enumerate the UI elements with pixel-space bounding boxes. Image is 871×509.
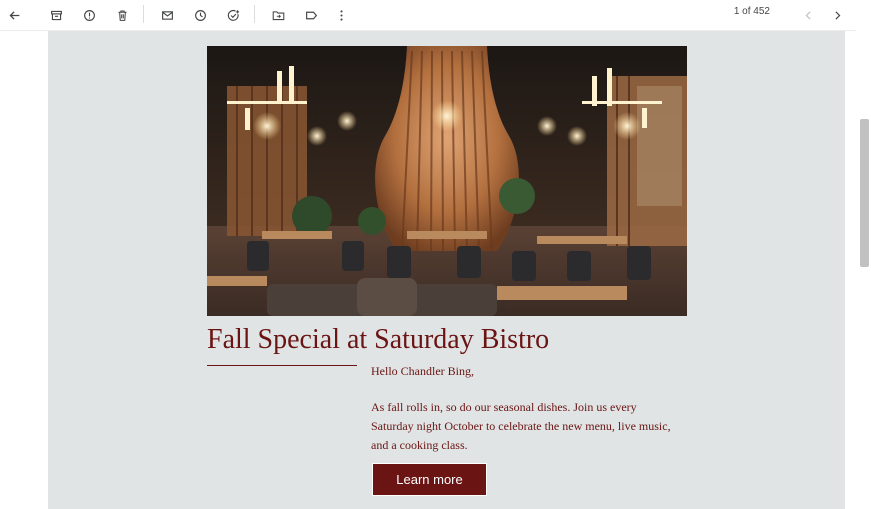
back-arrow-icon xyxy=(9,10,19,20)
labels-button[interactable] xyxy=(299,3,323,27)
chevron-left-icon xyxy=(805,10,811,20)
label-icon xyxy=(305,11,317,19)
add-task-icon xyxy=(227,9,239,21)
delete-icon xyxy=(117,10,127,21)
chevron-right-icon xyxy=(834,10,840,20)
archive-icon xyxy=(50,10,62,20)
move-to-button[interactable] xyxy=(266,3,290,27)
back-button[interactable] xyxy=(2,3,26,27)
more-options-icon xyxy=(339,9,343,21)
headline-divider xyxy=(207,365,357,366)
toolbar-divider xyxy=(254,5,255,23)
older-email-button[interactable] xyxy=(825,3,849,27)
mark-unread-button[interactable] xyxy=(155,3,179,27)
snooze-icon xyxy=(194,9,206,21)
mark-unread-icon xyxy=(161,10,173,20)
more-options-button[interactable] xyxy=(329,3,353,27)
report-spam-icon xyxy=(83,9,95,21)
toolbar-divider xyxy=(143,5,144,23)
add-to-tasks-button[interactable] xyxy=(221,3,245,27)
restaurant-hero-image xyxy=(207,46,687,316)
pagination-count: 1 of 452 xyxy=(733,6,770,17)
email-headline: Fall Special at Saturday Bistro xyxy=(207,324,550,355)
delete-button[interactable] xyxy=(110,3,134,27)
email-toolbar: 1 of 452 xyxy=(0,0,856,31)
newer-email-button[interactable] xyxy=(796,3,820,27)
learn-more-button[interactable]: Learn more xyxy=(372,463,487,496)
greeting-text: Hello Chandler Bing, xyxy=(371,364,474,378)
scrollbar-thumb[interactable] xyxy=(860,119,869,267)
move-to-icon xyxy=(272,10,284,20)
email-body-text: As fall rolls in, so do our seasonal dis… xyxy=(371,400,671,452)
report-spam-button[interactable] xyxy=(77,3,101,27)
snooze-button[interactable] xyxy=(188,3,212,27)
archive-button[interactable] xyxy=(44,3,68,27)
